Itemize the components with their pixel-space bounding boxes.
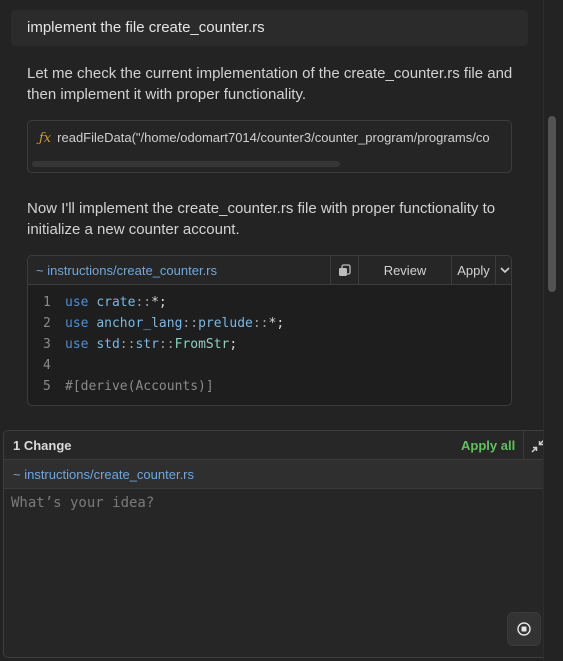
code-line: 3 use std::str::FromStr;: [28, 334, 511, 355]
changes-count: 1 Change: [13, 438, 72, 453]
code-token: ::: [158, 337, 175, 352]
code-line: 4: [28, 355, 511, 376]
code-token: ::: [119, 337, 136, 352]
tool-call-row: ƒx readFileData("/home/odomart7014/counte…: [39, 130, 490, 146]
scrollbar-track[interactable]: [543, 0, 563, 661]
code-token: *;: [151, 295, 167, 310]
review-button[interactable]: Review: [358, 256, 451, 284]
line-number: 2: [43, 316, 51, 331]
code-token: prelude: [198, 316, 253, 331]
stop-button[interactable]: [507, 612, 541, 646]
code-line: 5 #[derive(Accounts)]: [28, 376, 511, 397]
scrollbar-thumb[interactable]: [548, 116, 556, 292]
code-token: std: [96, 337, 120, 352]
changed-file-link[interactable]: ~ instructions/create_counter.rs: [13, 467, 194, 482]
assistant-paragraph: Now I'll implement the create_counter.rs…: [27, 200, 496, 238]
code-token: #[derive(Accounts)]: [65, 379, 214, 394]
assistant-paragraph: Let me check the current implementation …: [27, 65, 513, 103]
apply-all-button[interactable]: Apply all: [461, 438, 515, 453]
line-number: 1: [43, 295, 51, 310]
apply-options-button[interactable]: [495, 256, 511, 284]
file-path-link[interactable]: ~ instructions/create_counter.rs: [36, 263, 217, 278]
function-icon: ƒx: [39, 131, 52, 146]
code-token: ;: [229, 337, 238, 352]
code-token: use: [65, 295, 97, 310]
stop-icon: [517, 622, 531, 636]
line-number: 5: [43, 379, 51, 394]
apply-button[interactable]: Apply: [451, 256, 495, 284]
code-token: str: [135, 337, 159, 352]
code-token: FromStr: [174, 337, 230, 352]
line-number: 4: [43, 358, 51, 373]
code-block-header: ~ instructions/create_counter.rs Review …: [28, 256, 511, 285]
code-token: anchor_lang: [96, 316, 183, 331]
code-line: 2 use anchor_lang::prelude::*;: [28, 313, 511, 334]
code-block: ~ instructions/create_counter.rs Review …: [27, 255, 512, 406]
changes-bar: 1 Change Apply all: [4, 431, 550, 460]
tool-call-text: readFileData("/home/odomart7014/counter3…: [57, 130, 490, 145]
changed-file-row[interactable]: ~ instructions/create_counter.rs: [4, 460, 550, 489]
code-token: ::: [135, 295, 152, 310]
code-content: 1 use crate::*; 2 use anchor_lang::prelude:…: [28, 292, 511, 397]
line-number: 3: [43, 337, 51, 352]
code-token: ::: [182, 316, 199, 331]
code-token: use: [65, 337, 97, 352]
composer-panel: 1 Change Apply all ~ instructions/create…: [3, 430, 551, 658]
tool-call-block[interactable]: ƒx readFileData("/home/odomart7014/counte…: [27, 120, 512, 173]
code-line: 1 use crate::*;: [28, 292, 511, 313]
copy-icon: [339, 263, 351, 276]
user-message: implement the file create_counter.rs: [11, 10, 528, 46]
code-token: ::: [252, 316, 269, 331]
copy-button[interactable]: [330, 256, 358, 284]
chat-panel: implement the file create_counter.rs Let…: [0, 0, 563, 661]
horizontal-scrollbar[interactable]: [32, 161, 340, 167]
chevron-down-icon: [499, 267, 510, 274]
prompt-input[interactable]: [4, 489, 550, 619]
code-token: *;: [268, 316, 285, 331]
code-token: use: [65, 316, 97, 331]
code-token: crate: [96, 295, 136, 310]
